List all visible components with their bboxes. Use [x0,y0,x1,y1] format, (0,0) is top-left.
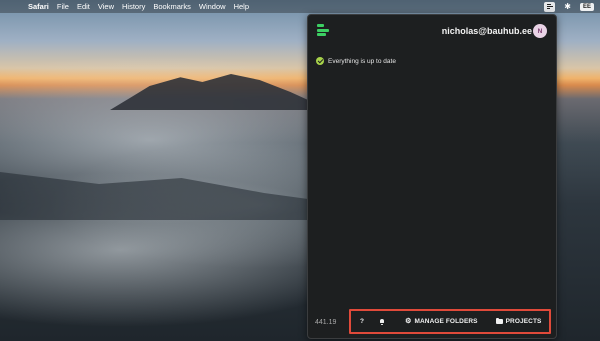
menu-bar-tray: ✱ EE [544,0,594,13]
menu-file[interactable]: File [57,2,69,11]
menu-view[interactable]: View [98,2,114,11]
menu-help[interactable]: Help [234,2,249,11]
manage-folders-label: MANAGE FOLDERS [414,318,478,325]
menu-history[interactable]: History [122,2,145,11]
menu-bookmarks[interactable]: Bookmarks [153,2,191,11]
bluetooth-icon[interactable]: ✱ [564,2,571,11]
gear-icon: ⚙ [405,318,412,325]
panel-header: nicholas@bauhub.ee N [308,15,556,49]
sync-status: Everything is up to date [316,57,396,65]
projects-button[interactable]: PROJECTS [495,317,542,325]
bell-icon [379,318,385,325]
notifications-button[interactable] [379,318,385,325]
bauhub-logo-icon [317,24,329,36]
user-email: nicholas@bauhub.ee [441,26,532,36]
menu-window[interactable]: Window [199,2,226,11]
panel-footer: 441.19 ? ⚙ MANAGE FOLDERS PROJECTS [308,309,556,338]
app-version: 441.19 [315,319,337,326]
sync-status-text: Everything is up to date [328,57,396,65]
avatar[interactable]: N [533,24,547,38]
menu-bar: Safari File Edit View History Bookmarks … [0,0,600,13]
input-source-badge[interactable]: EE [579,2,594,11]
menu-app-name[interactable]: Safari [28,2,49,11]
projects-label: PROJECTS [505,318,542,325]
check-circle-icon [316,57,324,65]
footer-actions-highlight: ? ⚙ MANAGE FOLDERS PROJECTS [349,309,551,334]
menu-edit[interactable]: Edit [77,2,90,11]
folder-open-icon [495,317,503,324]
bauhub-sync-panel: nicholas@bauhub.ee N Everything is up to… [307,14,557,339]
manage-folders-button[interactable]: ⚙ MANAGE FOLDERS [405,318,478,325]
help-button[interactable]: ? [360,318,364,325]
bauhub-tray-icon[interactable] [544,1,556,12]
